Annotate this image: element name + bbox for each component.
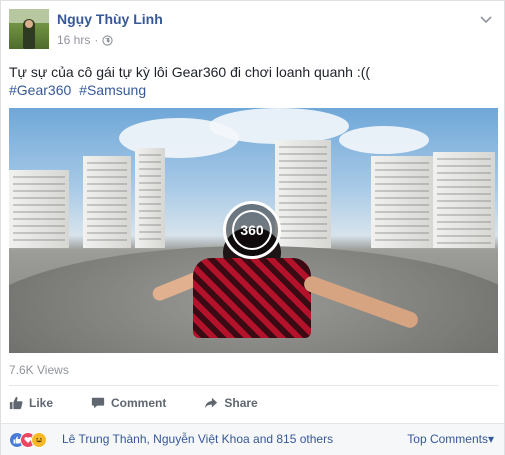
video-360-badge[interactable]: 360 xyxy=(223,201,281,259)
building xyxy=(275,140,331,248)
badge-label: 360 xyxy=(240,222,264,238)
building xyxy=(433,152,495,248)
cloud xyxy=(339,126,429,154)
hashtag-gear360[interactable]: #Gear360 xyxy=(9,82,71,98)
reactors-list[interactable]: Lê Trung Thành, Nguyễn Việt Khoa and 815… xyxy=(62,432,333,446)
top-comments-dropdown[interactable]: Top Comments▾ xyxy=(407,432,494,446)
avatar[interactable] xyxy=(9,9,49,49)
reactions-bar: Lê Trung Thành, Nguyễn Việt Khoa and 815… xyxy=(1,423,504,455)
caret-down-icon: ▾ xyxy=(487,432,494,446)
hashtag-samsung[interactable]: #Samsung xyxy=(79,82,146,98)
like-label: Like xyxy=(29,396,54,410)
building xyxy=(83,156,131,248)
thumbs-up-icon xyxy=(9,396,23,410)
post-text: Tự sự của cô gái tự kỳ lôi Gear360 đi ch… xyxy=(9,64,371,80)
comment-button[interactable]: Comment xyxy=(91,396,166,410)
reaction-icons[interactable] xyxy=(9,432,57,448)
action-bar: Like Comment Share xyxy=(9,393,498,413)
post-header: Ngụy Thùy Linh 16 hrs · xyxy=(9,9,498,49)
share-button[interactable]: Share xyxy=(204,396,258,410)
post-meta: 16 hrs · xyxy=(57,33,113,47)
post-card: Ngụy Thùy Linh 16 hrs · Tự sự của cô gái… xyxy=(0,0,505,455)
top-comments-label: Top Comments xyxy=(407,432,488,446)
like-button[interactable]: Like xyxy=(9,396,53,410)
share-label: Share xyxy=(224,396,258,410)
video-player[interactable]: 360 xyxy=(9,108,498,353)
video-views: 7.6K Views xyxy=(9,363,69,377)
meta-separator: · xyxy=(94,33,99,47)
hashtags: #Gear360 #Samsung xyxy=(9,81,150,100)
person-body xyxy=(193,258,311,338)
building xyxy=(135,148,165,248)
share-arrow-icon xyxy=(204,396,218,410)
post-time[interactable]: 16 hrs xyxy=(57,33,90,47)
cloud xyxy=(209,108,349,144)
author-name[interactable]: Ngụy Thùy Linh xyxy=(57,11,163,27)
building xyxy=(371,156,433,248)
avatar-face xyxy=(25,20,33,28)
comment-label: Comment xyxy=(111,396,167,410)
divider xyxy=(9,385,498,386)
globe-icon xyxy=(102,34,113,46)
chevron-down-icon[interactable] xyxy=(478,11,494,27)
comment-bubble-icon xyxy=(91,396,105,410)
haha-reaction-icon xyxy=(31,432,47,448)
building xyxy=(9,170,69,248)
